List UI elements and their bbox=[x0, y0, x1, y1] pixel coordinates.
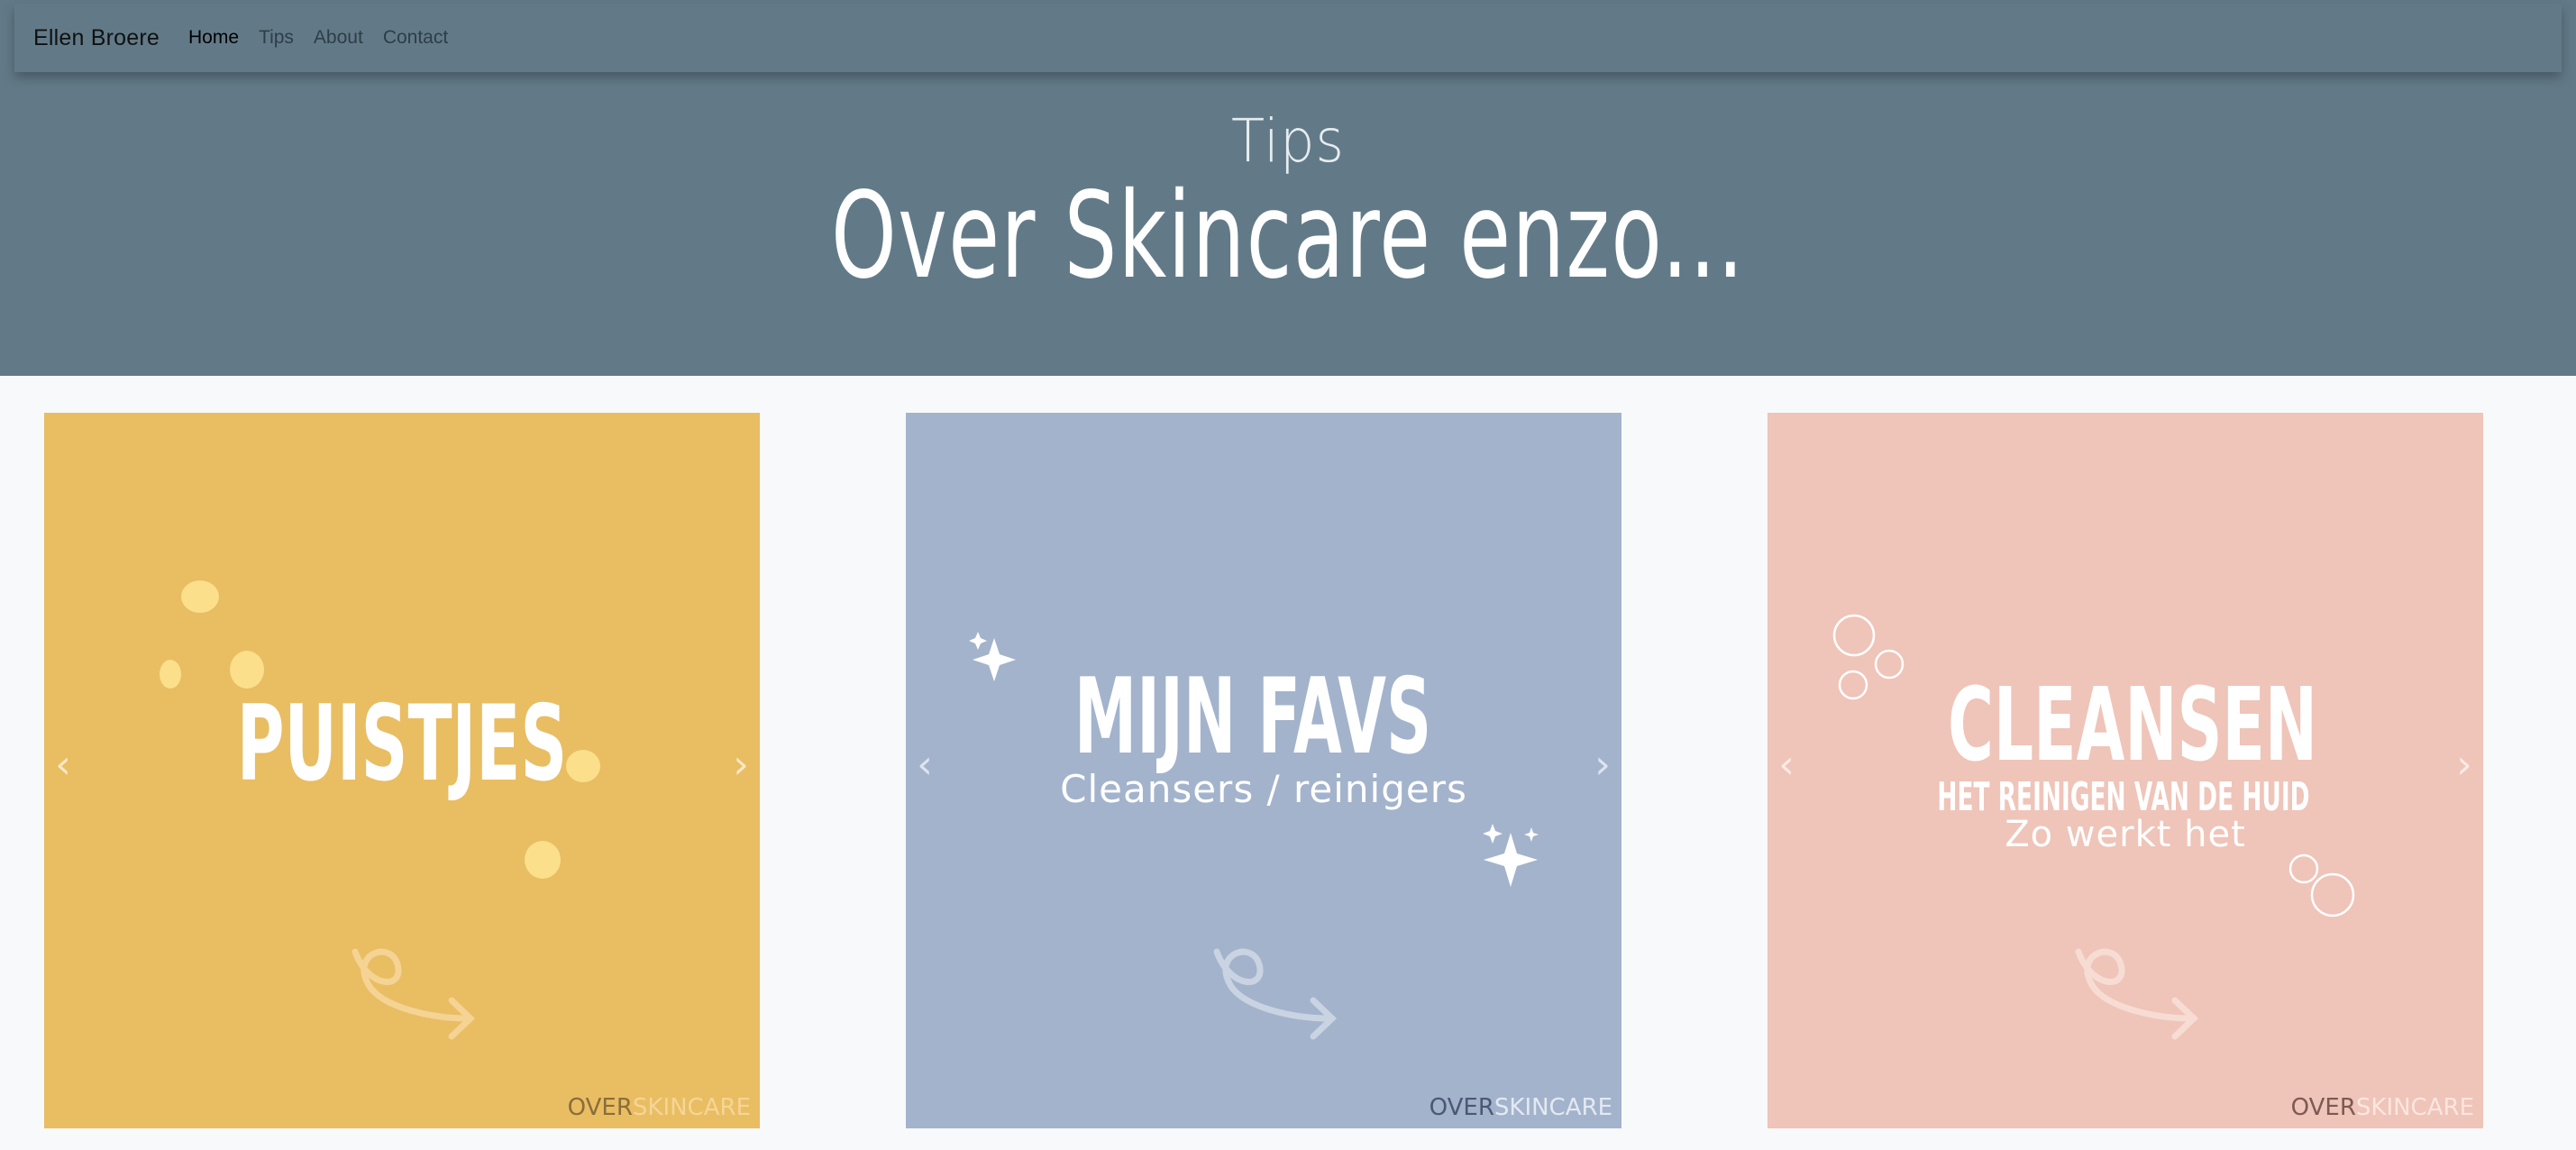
overskincare-logo: OVERSKINCARE bbox=[2290, 1094, 2474, 1121]
chevron-left-icon: ‹ bbox=[917, 741, 933, 788]
carousel-card-cleansen[interactable]: Cleansen Het reinigen van de huid Zo wer… bbox=[1768, 413, 2483, 1128]
chevron-left-icon: ‹ bbox=[55, 741, 71, 788]
chevron-right-icon: › bbox=[733, 741, 749, 788]
carousel-prev-button[interactable]: ‹ bbox=[906, 728, 947, 800]
card-subtitle: Cleansers / reinigers bbox=[1060, 767, 1467, 811]
card-title: Cleansen bbox=[1947, 667, 2318, 784]
overskincare-logo: OVERSKINCARE bbox=[567, 1094, 751, 1121]
navbar-brand[interactable]: Ellen Broere bbox=[33, 25, 160, 51]
carousel-prev-button[interactable]: ‹ bbox=[1768, 728, 1809, 800]
nav-link-about[interactable]: About bbox=[314, 27, 363, 49]
nav-links: Home Tips About Contact bbox=[188, 27, 468, 49]
nav-link-tips[interactable]: Tips bbox=[259, 27, 294, 49]
carousel-card-mijn-favs[interactable]: Mijn favs Cleansers / reinigers ‹ › OVER… bbox=[906, 413, 1621, 1128]
chevron-right-icon: › bbox=[1594, 741, 1611, 788]
overskincare-logo: OVERSKINCARE bbox=[1429, 1094, 1612, 1121]
carousel-prev-button[interactable]: ‹ bbox=[44, 728, 86, 800]
navbar: Ellen Broere Home Tips About Contact bbox=[14, 4, 2562, 72]
card-title: Mijn favs bbox=[1073, 656, 1432, 778]
hero-header: Ellen Broere Home Tips About Contact Tip… bbox=[0, 0, 2576, 376]
card-subtitle-2: Zo werkt het bbox=[2005, 814, 2246, 855]
carousel-next-button[interactable]: › bbox=[718, 728, 760, 800]
nav-link-contact[interactable]: Contact bbox=[383, 27, 448, 49]
carousel-next-button[interactable]: › bbox=[2442, 728, 2483, 800]
carousel-next-button[interactable]: › bbox=[1580, 728, 1621, 800]
hero-subtitle: Tips bbox=[1231, 106, 1345, 176]
hero-title: Over Skincare enzo... bbox=[831, 167, 1745, 306]
chevron-right-icon: › bbox=[2456, 741, 2472, 788]
carousel-card-puistjes[interactable]: Puistjes ‹ › OVERSKINCARE bbox=[44, 413, 760, 1128]
nav-link-home[interactable]: Home bbox=[188, 27, 239, 49]
chevron-left-icon: ‹ bbox=[1778, 741, 1795, 788]
card-title: Puistjes bbox=[236, 683, 568, 805]
